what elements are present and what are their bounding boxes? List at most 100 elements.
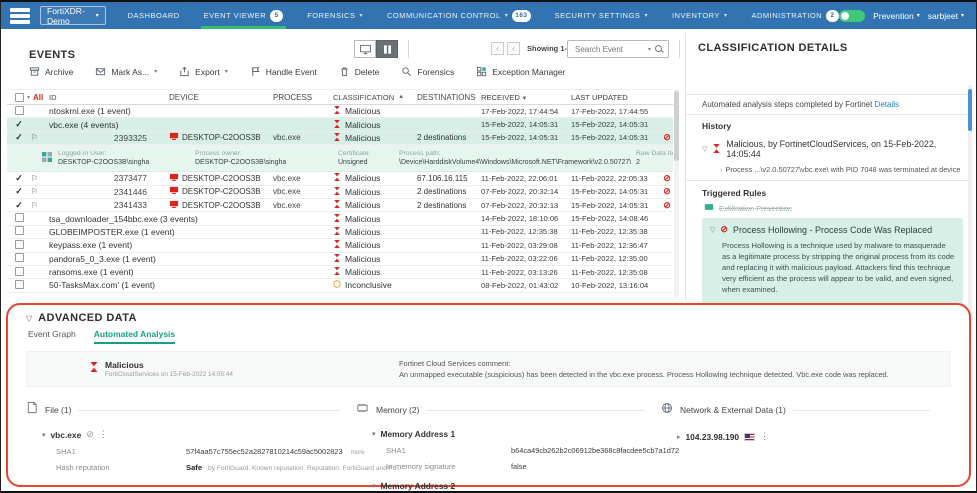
classification-scrollbar-thumb[interactable] [968, 89, 972, 131]
nav-item-forensics[interactable]: FORENSICS▾ [307, 2, 363, 29]
first-page-button[interactable]: ‹ [491, 42, 504, 55]
memory-item-name: Memory Address 2 [381, 481, 456, 491]
row-checkbox[interactable] [7, 240, 31, 251]
device-view-button[interactable] [354, 40, 376, 58]
last-updated-cell: 15-Feb-2022, 14:05:31 [571, 201, 657, 210]
collapse-triangle-icon[interactable]: ▽ [26, 314, 32, 323]
export-button[interactable]: Export▾ [179, 66, 228, 77]
event-group-row[interactable]: pandora5_0_3.exe (1 event)Malicious11-Fe… [7, 253, 673, 266]
kebab-menu-icon[interactable]: ⋮ [760, 431, 769, 442]
expand-triangle-icon[interactable]: ▸ [677, 433, 681, 441]
device-icon [169, 186, 179, 197]
memory-item-memory-address-1[interactable]: ▾Memory Address 1 [372, 429, 661, 439]
globe-icon [661, 401, 673, 419]
event-row[interactable]: ✓⚐2341433DESKTOP-C2OOS3Bvbc.exeMalicious… [7, 199, 673, 212]
memory-item-memory-address-2[interactable]: ▾ Memory Address 2 [372, 481, 661, 491]
user-menu[interactable]: sarbjeet ▾ [928, 11, 964, 21]
row-checkbox[interactable]: ✓ [7, 186, 31, 197]
nav-item-dashboard[interactable]: DASHBOARD [128, 2, 180, 29]
event-group-row[interactable]: ransoms.exe (1 event)Malicious11-Feb-202… [7, 266, 673, 279]
history-item[interactable]: ▽ Malicious, by FortinetCloudServices, o… [698, 135, 963, 161]
event-group-row[interactable]: keypass.exe (1 event)Malicious11-Feb-202… [7, 239, 673, 252]
collapse-triangle-icon[interactable]: ▾ [372, 482, 376, 490]
row-checkbox[interactable] [7, 106, 31, 117]
memory-section-title: Memory (2) [376, 405, 419, 415]
rule-header[interactable]: ▽ ⊘ Process Hollowing - Process Code Was… [710, 224, 955, 235]
process-view-button[interactable] [376, 40, 398, 58]
delete-button[interactable]: Delete [339, 66, 380, 77]
row-checkbox[interactable] [7, 226, 31, 237]
flag-icon[interactable]: ⚐ [31, 201, 49, 210]
event-row[interactable]: ✓⚐2341446DESKTOP-C2OOS3Bvbc.exeMalicious… [7, 186, 673, 199]
row-checkbox[interactable]: ✓ [7, 132, 31, 143]
column-header-destinations[interactable]: DESTINATIONS [417, 93, 481, 102]
collapse-triangle-icon[interactable]: ▽ [702, 145, 707, 153]
flag-icon[interactable]: ⚐ [31, 174, 49, 183]
history-event-text: Malicious, by FortinetCloudServices, on … [726, 139, 963, 159]
row-checkbox[interactable] [7, 213, 31, 224]
nav-item-security-settings[interactable]: SECURITY SETTINGS▾ [555, 2, 648, 29]
select-all-checkbox[interactable] [15, 93, 24, 102]
mode-selector[interactable]: Prevention ▾ [873, 11, 920, 21]
search-input[interactable] [573, 44, 644, 55]
exception-manager-button[interactable]: Exception Manager [476, 66, 565, 77]
column-header-device[interactable]: DEVICE [169, 93, 273, 102]
advanced-data-header[interactable]: ▽ ADVANCED DATA [26, 312, 951, 324]
row-checkbox[interactable] [7, 280, 31, 291]
column-header-received[interactable]: RECEIVED ▼ [481, 93, 571, 102]
collapse-triangle-icon[interactable]: ▾ [42, 431, 46, 439]
event-group-row[interactable]: ntoskrnl.exe (1 event)Malicious17-Feb-20… [7, 105, 673, 118]
column-header-classification[interactable]: CLASSIFICATION ▲ [333, 93, 417, 102]
grid-icon[interactable] [41, 151, 53, 163]
us-flag-icon [744, 433, 755, 441]
chevron-down-icon: ▾ [724, 12, 728, 19]
tenant-selector[interactable]: FortiXDR-Demo ▾ [40, 6, 106, 25]
network-item[interactable]: ▸ 104.23.98.190 ⋮ [677, 431, 946, 442]
tab-event-graph[interactable]: Event Graph [28, 329, 76, 344]
event-row[interactable]: ✓⚐2373477DESKTOP-C2OOS3Bvbc.exeMalicious… [7, 172, 673, 185]
file-item[interactable]: ▾ vbc.exe ⊘ ⋮ [42, 429, 356, 440]
prev-page-button[interactable]: ‹ [507, 42, 520, 55]
detail-field-value: DESKTOP-C2OOS3B\singha [195, 159, 333, 166]
nav-item-administration[interactable]: ADMINISTRATION2 [751, 2, 839, 29]
events-scrollbar-thumb[interactable] [674, 91, 679, 161]
column-header-id[interactable]: ID [49, 93, 169, 102]
row-checkbox[interactable]: ✓ [7, 173, 31, 184]
collapse-triangle-icon[interactable]: ▽ [710, 226, 715, 234]
action-label: Delete [355, 67, 380, 77]
memory-section: Memory (2) ▾Memory Address 1SHA1b64ca49c… [356, 401, 661, 493]
event-group-row[interactable]: tsa_downloader_154bbc.exe (3 events)Mali… [7, 212, 673, 225]
archive-button[interactable]: Archive [29, 66, 73, 77]
nav-item-event-viewer[interactable]: EVENT VIEWER5 [204, 2, 284, 29]
rule-group-item[interactable]: Exfiltration Prevention [698, 201, 963, 217]
tab-automated-analysis[interactable]: Automated Analysis [94, 329, 175, 344]
event-row[interactable]: ✓⚐2393325DESKTOP-C2OOS3Bvbc.exeMalicious… [7, 132, 673, 145]
event-group-name: vbc.exe (4 events) [49, 120, 333, 130]
history-detail[interactable]: ›Process ...\v2.0.50727\vbc.exe\ with PI… [698, 161, 963, 180]
forensics-button[interactable]: Forensics [401, 66, 454, 77]
row-checkbox[interactable] [7, 253, 31, 264]
flag-icon[interactable]: ⚐ [31, 133, 49, 142]
details-link[interactable]: Details [875, 100, 899, 109]
kebab-menu-icon[interactable]: ⋮ [99, 429, 109, 440]
prevention-toggle[interactable] [839, 10, 865, 22]
select-all-filter[interactable]: ▾ All [7, 93, 49, 102]
nav-item-inventory[interactable]: INVENTORY▾ [672, 2, 728, 29]
column-header-last-updated[interactable]: LAST UPDATED [571, 93, 657, 102]
flag-icon[interactable]: ⚐ [31, 187, 49, 196]
row-checkbox[interactable]: ✓ [7, 119, 31, 130]
collapse-triangle-icon[interactable]: ▾ [372, 430, 376, 438]
mark-as-button[interactable]: Mark As...▾ [95, 66, 157, 77]
column-header-process[interactable]: PROCESS [273, 93, 333, 102]
row-checkbox[interactable] [7, 267, 31, 278]
rule-group-icon [704, 202, 714, 214]
row-checkbox[interactable]: ✓ [7, 200, 31, 211]
malicious-icon [333, 172, 341, 184]
nav-item-communication-control[interactable]: COMMUNICATION CONTROL▾163 [387, 2, 531, 29]
search-icon[interactable] [655, 45, 663, 53]
event-group-row[interactable]: 50-TasksMax.com' (1 event)Inconclusive08… [7, 279, 673, 292]
classification-label: Malicious [345, 120, 380, 130]
event-group-row[interactable]: ✓vbc.exe (4 events)Malicious15-Feb-2022,… [7, 118, 673, 131]
handle-event-button[interactable]: Handle Event [250, 66, 317, 77]
event-group-row[interactable]: GLOBEIMPOSTER.exe (1 event)Malicious11-F… [7, 226, 673, 239]
